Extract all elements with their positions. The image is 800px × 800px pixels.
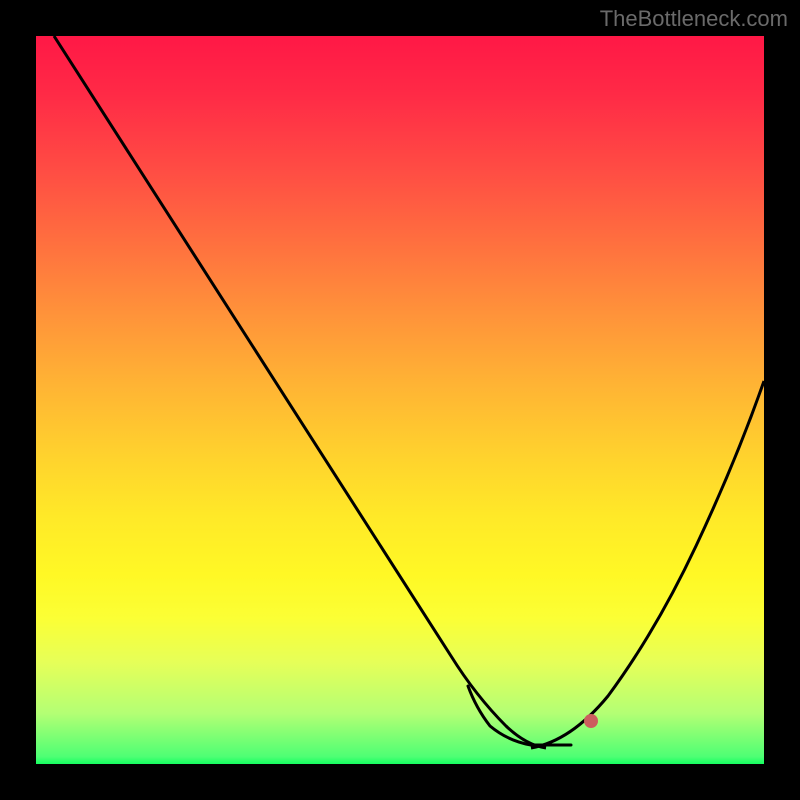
optimal-point-marker [584,714,598,728]
chart-plot-area [36,36,764,764]
curve-right-branch [531,381,764,748]
bottleneck-chart [36,36,764,764]
watermark-text: TheBottleneck.com [600,6,788,32]
curve-left-branch [54,36,546,748]
